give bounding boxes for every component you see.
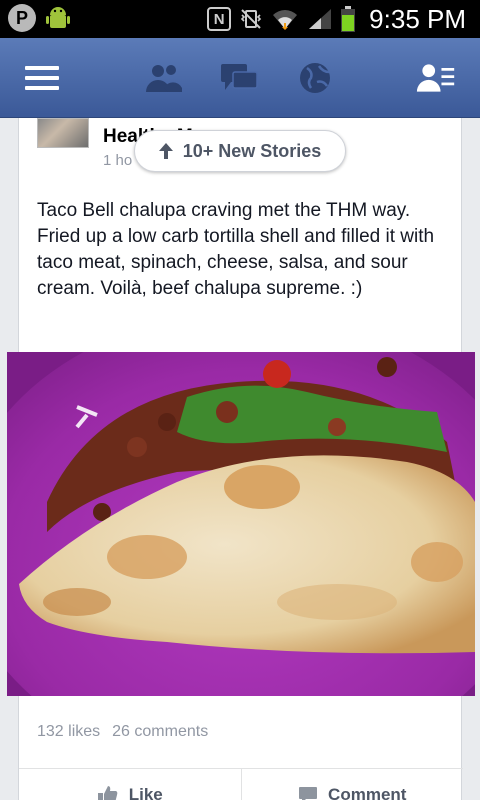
likes-count[interactable]: 132 likes	[37, 723, 100, 741]
comment-label: Comment	[328, 784, 407, 800]
feed-post-card: Healthy M 1 ho Taco Bell chalupa craving…	[7, 118, 475, 800]
contacts-icon[interactable]	[416, 58, 456, 98]
author-avatar[interactable]	[37, 118, 89, 148]
menu-icon[interactable]	[22, 58, 62, 98]
like-label: Like	[128, 784, 163, 800]
battery-icon	[341, 6, 356, 32]
new-stories-button[interactable]: 10+ New Stories	[134, 130, 346, 172]
new-stories-label: 10+ New Stories	[182, 140, 322, 161]
comments-count[interactable]: 26 comments	[112, 723, 208, 741]
status-bar: P N 9:35 PM	[0, 0, 480, 38]
notification-icons: P	[8, 4, 72, 32]
android-icon	[46, 7, 70, 28]
comment-icon	[299, 786, 318, 800]
clock: 9:35 PM	[369, 3, 466, 34]
vibrate-icon	[241, 9, 262, 29]
post-actions: Like Comment	[19, 768, 463, 800]
post-text: Taco Bell chalupa craving met the THM wa…	[37, 200, 435, 299]
facebook-nav-bar	[0, 38, 480, 118]
system-icons: N 9:35 PM	[207, 0, 466, 38]
wifi-icon	[273, 10, 298, 30]
engagement-counts: 132 likes 26 comments	[37, 723, 208, 741]
nfc-icon: N	[207, 7, 232, 31]
pinterest-icon: P	[8, 4, 36, 32]
signal-icon	[309, 9, 332, 29]
arrow-up-icon	[158, 143, 173, 159]
comment-button[interactable]: Comment	[240, 769, 464, 800]
thumbs-up-icon	[97, 785, 118, 800]
messages-icon[interactable]	[219, 58, 259, 98]
notifications-globe-icon[interactable]	[295, 58, 335, 98]
post-photo[interactable]	[7, 352, 475, 696]
like-button[interactable]: Like	[19, 769, 241, 800]
post-timestamp[interactable]: 1 ho	[103, 152, 132, 169]
friend-requests-icon[interactable]	[144, 58, 184, 98]
